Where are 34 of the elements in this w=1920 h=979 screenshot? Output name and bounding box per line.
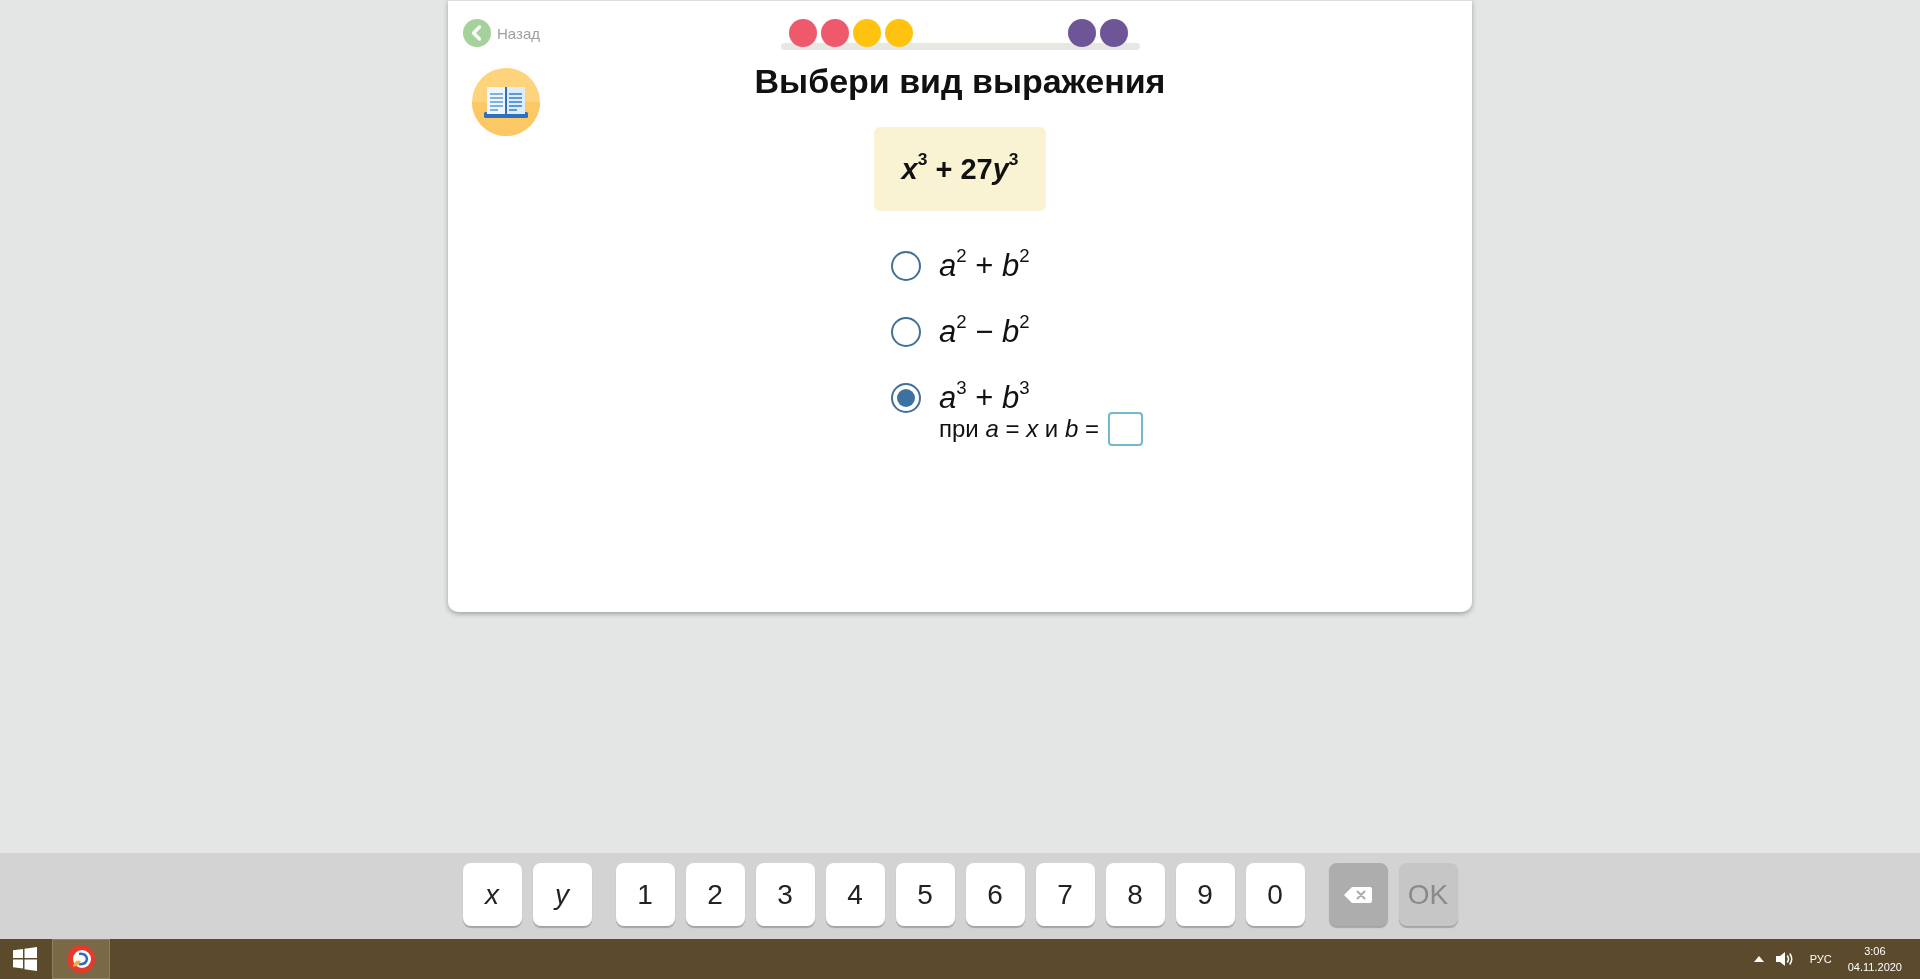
app-logo-icon <box>67 945 95 973</box>
radio-button[interactable] <box>891 317 921 347</box>
keyboard-key[interactable]: 8 <box>1105 863 1165 926</box>
keyboard-key[interactable]: 5 <box>895 863 955 926</box>
keyboard-key[interactable]: 0 <box>1245 863 1305 926</box>
speaker-icon[interactable] <box>1775 951 1794 967</box>
keyboard-key[interactable]: 6 <box>965 863 1025 926</box>
clock-date[interactable]: 04.11.2020 <box>1847 959 1902 975</box>
task-title: Выбери вид выражения <box>754 61 1166 101</box>
condition-text: при a = x и b = <box>939 415 1099 443</box>
option-label: a$^{2}$ + b$^{2}$ <box>939 248 1031 284</box>
keyboard-key[interactable]: 1 <box>615 863 675 926</box>
expression: x$^{3}$ + 27y$^{3}$ <box>873 127 1047 211</box>
keyboard-key[interactable]: 2 <box>685 863 745 926</box>
radio-button[interactable] <box>891 251 921 281</box>
radio-button[interactable] <box>891 383 921 413</box>
option-label: a$^{3}$ + b$^{3}$ <box>939 380 1031 416</box>
tray-expand-button[interactable] <box>1753 956 1764 962</box>
taskbar-app-button[interactable] <box>52 939 110 979</box>
book-icon <box>472 68 540 136</box>
theory-button[interactable] <box>472 68 540 136</box>
option-label: a$^{2}$ − b$^{2}$ <box>939 314 1031 350</box>
language-indicator[interactable]: РУС <box>1809 953 1832 965</box>
backspace-icon <box>1344 886 1372 903</box>
keyboard-key[interactable]: x <box>462 863 522 926</box>
windows-logo-icon <box>13 947 37 971</box>
keyboard-key[interactable]: y <box>532 863 592 926</box>
clock-time[interactable]: 3:06 <box>1864 943 1886 959</box>
keyboard-key[interactable]: 7 <box>1035 863 1095 926</box>
keyboard-key[interactable]: 4 <box>825 863 885 926</box>
chevron-left-icon <box>463 19 491 47</box>
caret-up-icon <box>1753 956 1764 962</box>
keyboard-key[interactable]: 9 <box>1175 863 1235 926</box>
keyboard-key[interactable]: 3 <box>755 863 815 926</box>
